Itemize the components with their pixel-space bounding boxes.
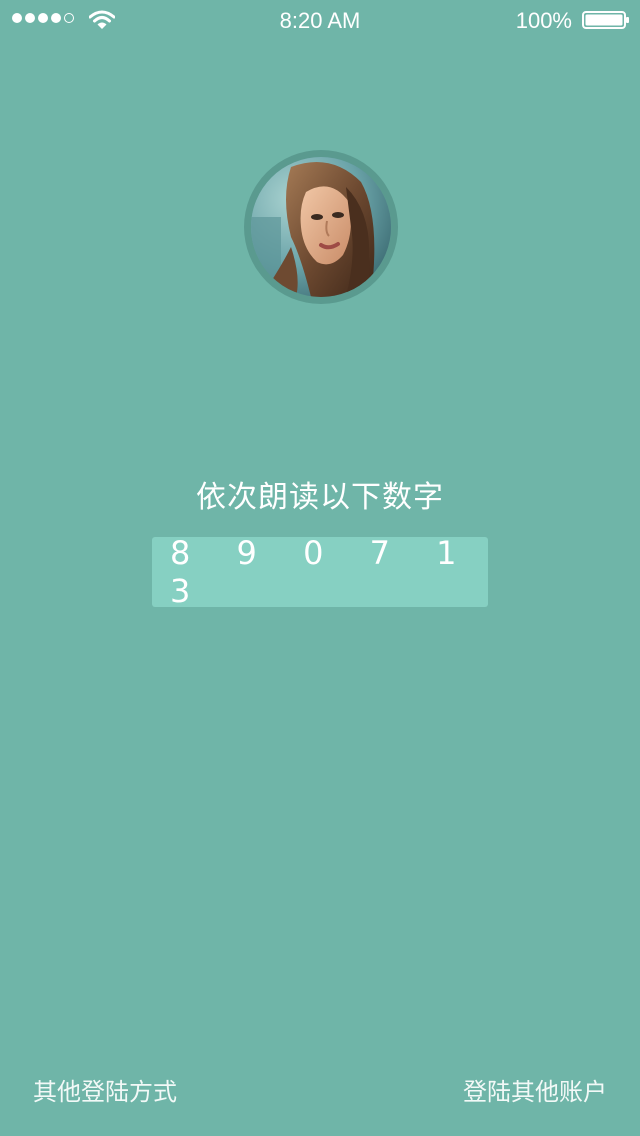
avatar — [251, 157, 391, 297]
status-bar: 8:20 AM 100% — [0, 0, 640, 40]
verification-code: 8 9 0 7 1 3 — [170, 534, 475, 610]
battery-icon — [582, 11, 629, 29]
verification-code-box: 8 9 0 7 1 3 — [152, 534, 488, 610]
avatar-portrait-image — [251, 157, 391, 297]
login-other-account-link[interactable]: 登陆其他账户 — [463, 1072, 607, 1107]
avatar-ring — [244, 150, 398, 304]
read-numbers-instruction: 依次朗读以下数字 — [196, 480, 444, 515]
battery-percentage: 100% — [515, 8, 572, 33]
other-login-methods-link[interactable]: 其他登陆方式 — [33, 1072, 177, 1107]
